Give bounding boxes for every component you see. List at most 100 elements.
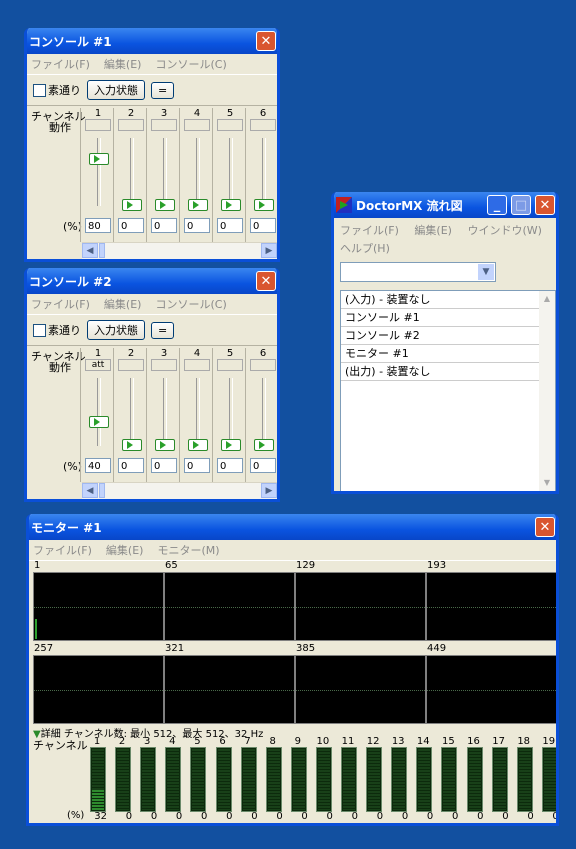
console1-hscrollbar[interactable]: ◀ ▶	[82, 242, 277, 259]
console2-hscrollbar[interactable]: ◀ ▶	[82, 482, 277, 499]
scroll-left-icon[interactable]: ◀	[82, 483, 98, 498]
menu-file[interactable]: ファイル(F)	[33, 542, 92, 558]
equals-button[interactable]: =	[151, 81, 175, 99]
scroll-up-icon[interactable]: ▲	[539, 291, 555, 307]
menu-console[interactable]: コンソール(C)	[155, 56, 226, 72]
channel-value-field[interactable]: 0	[118, 458, 144, 473]
meter-value: 0	[150, 811, 158, 822]
close-icon[interactable]: ✕	[256, 31, 276, 51]
fader-track[interactable]	[196, 378, 200, 446]
meter-background	[443, 749, 456, 810]
fader-track[interactable]	[196, 138, 200, 206]
menu-edit[interactable]: 編集(E)	[104, 56, 142, 72]
channel-value-field[interactable]: 0	[151, 458, 177, 473]
channel-strip-3: 30	[149, 108, 179, 242]
fader-track[interactable]	[130, 378, 134, 446]
fader-thumb[interactable]	[89, 415, 109, 428]
channel-value-field[interactable]: 80	[85, 218, 111, 233]
meter-background	[167, 749, 180, 810]
minimize-icon[interactable]: _	[487, 195, 507, 215]
menu-edit[interactable]: 編集(E)	[414, 224, 452, 237]
console2-toolbar: 素通り 入力状態 =	[27, 315, 277, 346]
scroll-right-icon[interactable]: ▶	[261, 483, 277, 498]
fader-track[interactable]	[262, 378, 266, 446]
meter-channel-number: 6	[219, 736, 226, 747]
flow-list[interactable]: (入力) - 装置なし コンソール #1 コンソール #2 モニター #1 (出…	[340, 290, 556, 491]
channel-value-field[interactable]: 40	[85, 458, 111, 473]
fader-thumb[interactable]	[122, 199, 142, 211]
passthrough-checkbox[interactable]	[33, 83, 46, 97]
input-state-button[interactable]: 入力状態	[87, 320, 145, 340]
fader-thumb[interactable]	[155, 199, 175, 211]
fader-track[interactable]	[97, 138, 101, 206]
flow-vscrollbar[interactable]: ▲ ▼	[539, 291, 555, 491]
fader-track[interactable]	[163, 138, 167, 206]
channel-value-field[interactable]: 0	[184, 218, 210, 233]
flow-titlebar[interactable]: DoctorMX 流れ図 _ □ ✕	[334, 192, 556, 218]
menu-monitor[interactable]: モニター(M)	[157, 542, 219, 558]
console2-titlebar[interactable]: コンソール #2 ✕	[27, 268, 277, 294]
list-item[interactable]: コンソール #1	[341, 309, 539, 327]
fader-thumb[interactable]	[254, 439, 274, 451]
meter-value: 0	[552, 811, 559, 822]
fader-thumb[interactable]	[221, 199, 241, 211]
scroll-down-icon[interactable]: ▼	[539, 475, 555, 491]
window-title: コンソール #2	[29, 274, 112, 289]
console1-titlebar[interactable]: コンソール #1 ✕	[27, 28, 277, 54]
list-item[interactable]: モニター #1	[341, 345, 539, 363]
channel-value-field[interactable]: 0	[151, 218, 177, 233]
menu-edit[interactable]: 編集(E)	[104, 296, 142, 312]
close-icon[interactable]: ✕	[535, 195, 555, 215]
passthrough-checkbox[interactable]	[33, 323, 46, 337]
fader-thumb[interactable]	[89, 152, 109, 165]
channel-value-field[interactable]: 0	[184, 458, 210, 473]
scroll-right-icon[interactable]: ▶	[261, 243, 277, 258]
close-icon[interactable]: ✕	[535, 517, 555, 537]
meter-value: 0	[401, 811, 409, 822]
input-state-button[interactable]: 入力状態	[87, 80, 145, 100]
menu-help[interactable]: ヘルプ(H)	[340, 242, 390, 255]
channel-value-field[interactable]: 0	[217, 458, 243, 473]
chevron-down-icon[interactable]: ▼	[478, 264, 494, 280]
monitor-titlebar[interactable]: モニター #1 ✕	[29, 514, 556, 540]
list-item[interactable]: (出力) - 装置なし	[341, 363, 539, 381]
channel-strip-5: 50	[215, 108, 245, 242]
channel-value-field[interactable]: 0	[217, 218, 243, 233]
list-item[interactable]: コンソール #2	[341, 327, 539, 345]
fader-track[interactable]	[163, 378, 167, 446]
channel-strip-4: 40	[182, 108, 212, 242]
fader-thumb[interactable]	[221, 439, 241, 451]
menu-window[interactable]: ウインドウ(W)	[467, 224, 541, 237]
fader-track[interactable]	[97, 378, 101, 446]
channel-strip-1: 1 80	[83, 108, 113, 242]
equals-button[interactable]: =	[151, 321, 175, 339]
channel-value-field[interactable]: 0	[118, 218, 144, 233]
device-combo[interactable]: ▼	[340, 262, 496, 282]
fader-track[interactable]	[229, 138, 233, 206]
channel-value-field[interactable]: 0	[250, 218, 276, 233]
meter-background	[292, 749, 305, 810]
action-label: 動作	[49, 121, 71, 134]
menu-file[interactable]: ファイル(F)	[31, 56, 90, 72]
menu-file[interactable]: ファイル(F)	[31, 296, 90, 312]
fader-thumb[interactable]	[122, 439, 142, 451]
close-icon[interactable]: ✕	[256, 271, 276, 291]
scroll-thumb[interactable]	[99, 243, 105, 258]
menu-edit[interactable]: 編集(E)	[106, 542, 144, 558]
fader-track[interactable]	[229, 378, 233, 446]
fader-thumb[interactable]	[155, 439, 175, 451]
divider	[113, 348, 114, 482]
fader-track[interactable]	[130, 138, 134, 206]
window-title: コンソール #1	[29, 34, 112, 49]
channel-value-field[interactable]: 0	[250, 458, 276, 473]
menu-console[interactable]: コンソール(C)	[155, 296, 226, 312]
fader-thumb[interactable]	[254, 199, 274, 211]
fader-thumb[interactable]	[188, 199, 208, 211]
scroll-left-icon[interactable]: ◀	[82, 243, 98, 258]
menu-file[interactable]: ファイル(F)	[340, 224, 399, 237]
meter-channel-number: 18	[517, 736, 531, 747]
list-item[interactable]: (入力) - 装置なし	[341, 291, 539, 309]
fader-thumb[interactable]	[188, 439, 208, 451]
fader-track[interactable]	[262, 138, 266, 206]
scroll-thumb[interactable]	[99, 483, 105, 498]
